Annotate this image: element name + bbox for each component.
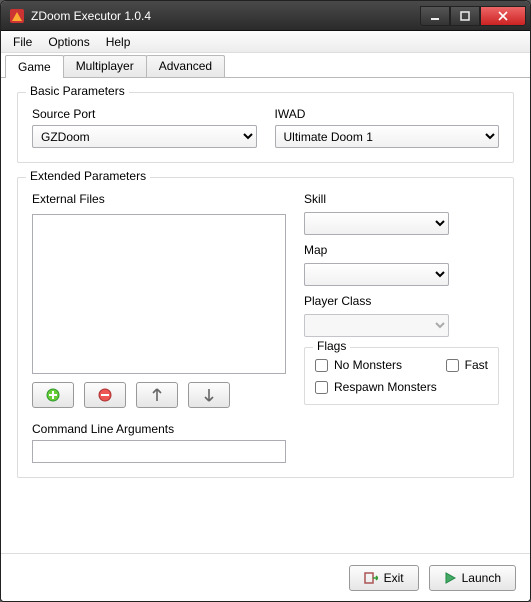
arrow-up-icon	[151, 388, 163, 402]
no-monsters-label: No Monsters	[334, 358, 402, 372]
window-controls	[420, 6, 526, 26]
minus-icon	[98, 388, 112, 402]
tab-advanced[interactable]: Advanced	[146, 55, 225, 77]
menu-help[interactable]: Help	[98, 33, 139, 51]
menu-options[interactable]: Options	[40, 33, 97, 51]
flags-group: Flags No Monsters Fast	[304, 347, 499, 405]
launch-label: Launch	[462, 571, 501, 585]
respawn-checkbox[interactable]	[315, 381, 328, 394]
app-icon	[9, 8, 25, 24]
cla-input[interactable]	[32, 440, 286, 463]
extended-parameters-title: Extended Parameters	[26, 169, 150, 183]
external-files-label: External Files	[32, 192, 286, 206]
map-label: Map	[304, 243, 499, 257]
external-files-listbox[interactable]	[32, 214, 286, 374]
move-down-button[interactable]	[188, 382, 230, 408]
move-up-button[interactable]	[136, 382, 178, 408]
player-class-select	[304, 314, 449, 337]
remove-file-button[interactable]	[84, 382, 126, 408]
respawn-label: Respawn Monsters	[334, 380, 437, 394]
tab-multiplayer[interactable]: Multiplayer	[63, 55, 147, 77]
main-window: ZDoom Executor 1.0.4 File Options Help G…	[0, 0, 531, 602]
skill-select[interactable]	[304, 212, 449, 235]
exit-button[interactable]: Exit	[349, 565, 419, 591]
map-select[interactable]	[304, 263, 449, 286]
menu-file[interactable]: File	[5, 33, 40, 51]
basic-parameters-title: Basic Parameters	[26, 84, 129, 98]
plus-icon	[46, 388, 60, 402]
exit-label: Exit	[384, 571, 404, 585]
minimize-icon	[430, 11, 440, 21]
basic-parameters-group: Basic Parameters Source Port GZDoom IWAD…	[17, 92, 514, 163]
window-title: ZDoom Executor 1.0.4	[31, 9, 420, 23]
no-monsters-checkbox[interactable]	[315, 359, 328, 372]
footer: Exit Launch	[1, 553, 530, 601]
cla-label: Command Line Arguments	[32, 422, 286, 436]
extended-parameters-group: Extended Parameters External Files	[17, 177, 514, 478]
source-port-label: Source Port	[32, 107, 257, 121]
titlebar: ZDoom Executor 1.0.4	[1, 1, 530, 31]
tab-content: Basic Parameters Source Port GZDoom IWAD…	[1, 78, 530, 553]
launch-button[interactable]: Launch	[429, 565, 516, 591]
fast-label: Fast	[465, 358, 488, 372]
fast-checkbox[interactable]	[446, 359, 459, 372]
maximize-icon	[460, 11, 470, 21]
tabstrip: Game Multiplayer Advanced	[1, 53, 530, 78]
iwad-select[interactable]: Ultimate Doom 1	[275, 125, 500, 148]
iwad-label: IWAD	[275, 107, 500, 121]
flag-respawn[interactable]: Respawn Monsters	[315, 380, 488, 394]
maximize-button[interactable]	[450, 6, 480, 26]
exit-icon	[364, 571, 378, 585]
source-port-select[interactable]: GZDoom	[32, 125, 257, 148]
menubar: File Options Help	[1, 31, 530, 53]
minimize-button[interactable]	[420, 6, 450, 26]
player-class-label: Player Class	[304, 294, 499, 308]
add-file-button[interactable]	[32, 382, 74, 408]
close-button[interactable]	[480, 6, 526, 26]
flag-fast[interactable]: Fast	[446, 358, 488, 372]
play-icon	[444, 572, 456, 584]
tab-game[interactable]: Game	[5, 55, 64, 78]
flags-title: Flags	[313, 339, 350, 353]
skill-label: Skill	[304, 192, 499, 206]
arrow-down-icon	[203, 388, 215, 402]
close-icon	[498, 11, 508, 21]
flag-no-monsters[interactable]: No Monsters	[315, 358, 446, 372]
